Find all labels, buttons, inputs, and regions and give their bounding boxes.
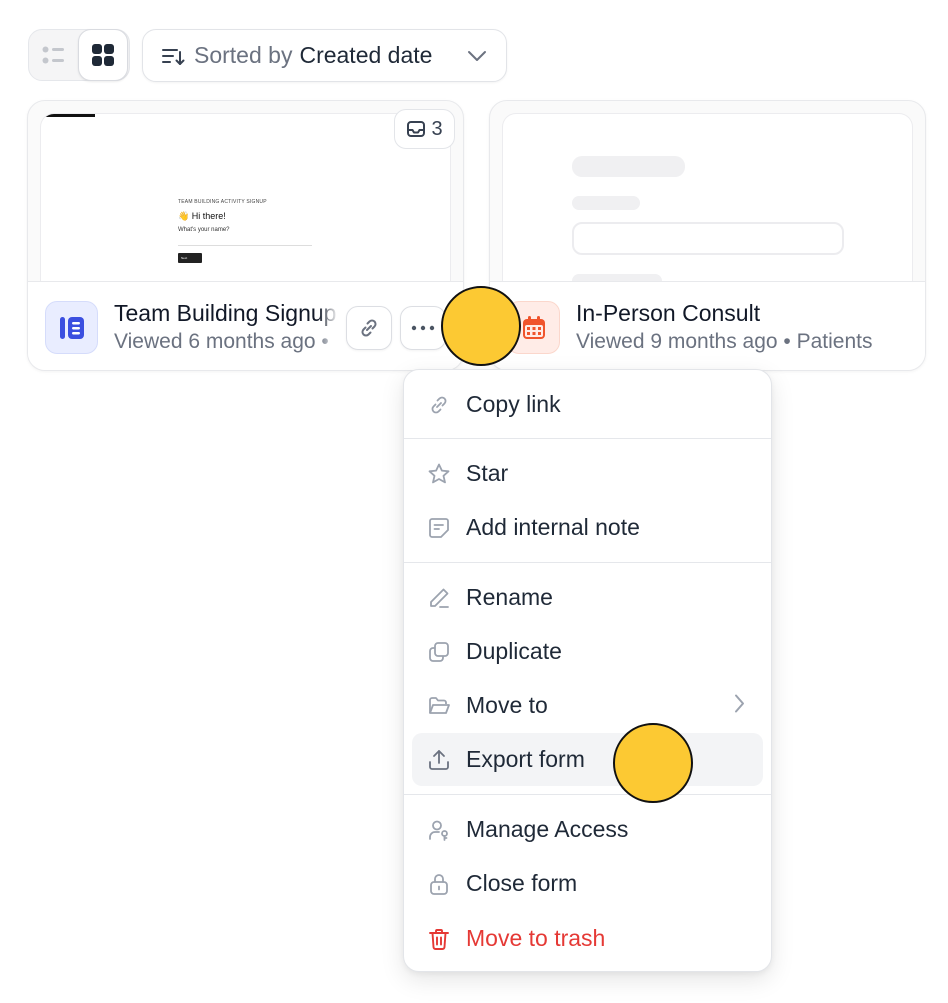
star-icon [426, 461, 452, 487]
more-horizontal-icon [411, 325, 435, 331]
preview-top-bar [41, 114, 95, 117]
copy-link-button[interactable] [346, 306, 392, 350]
inbox-icon [407, 121, 426, 137]
form-preview-placeholder [502, 113, 913, 283]
click-marker [613, 723, 693, 803]
link-icon [361, 319, 377, 337]
list-view-button[interactable] [29, 29, 79, 81]
menu-item-label: Add internal note [466, 514, 640, 540]
menu-divider [404, 794, 771, 795]
grid-view-button[interactable] [78, 28, 128, 81]
preview-input-line [178, 245, 312, 246]
menu-divider [404, 438, 771, 439]
skeleton-line [572, 196, 640, 210]
sort-value: Created date [299, 42, 433, 68]
skeleton-line [572, 156, 685, 177]
form-card[interactable]: TEAM BUILDING ACTIVITY SIGNUP 👋 Hi there… [27, 100, 464, 371]
link-icon [426, 392, 452, 418]
menu-item-label: Rename [466, 584, 553, 610]
sort-icon [162, 48, 185, 65]
preview-next-button: Next [178, 253, 202, 263]
menu-item-close-form[interactable]: Close form [412, 857, 763, 910]
form-card[interactable]: In-Person Consult Viewed 9 months ago • … [489, 100, 926, 371]
lock-icon [426, 871, 452, 897]
preview-heading: TEAM BUILDING ACTIVITY SIGNUP [178, 199, 267, 205]
menu-item-star[interactable]: Star [412, 447, 763, 500]
form-icon [59, 316, 84, 339]
sort-dropdown[interactable]: Sorted by Created date [142, 29, 507, 82]
click-marker [441, 286, 521, 366]
note-icon [426, 515, 452, 541]
chevron-right-icon [733, 692, 745, 719]
menu-item-label: Copy link [466, 391, 561, 417]
card-title[interactable]: In-Person Consult [576, 300, 760, 327]
menu-item-copy-link[interactable]: Copy link [412, 378, 763, 431]
menu-item-label: Star [466, 460, 509, 486]
context-menu: Copy link Star Add internal note Rename … [403, 369, 772, 972]
menu-item-rename[interactable]: Rename [412, 571, 763, 624]
menu-item-label: Manage Access [466, 816, 629, 842]
menu-item-label: Export form [466, 746, 585, 772]
sort-label: Sorted by [194, 42, 293, 68]
pencil-icon [426, 585, 452, 611]
responses-badge[interactable]: 3 [394, 109, 455, 149]
menu-divider [404, 562, 771, 563]
menu-item-label: Close form [466, 870, 578, 896]
menu-item-move-to[interactable]: Move to [412, 679, 763, 732]
menu-item-add-internal-note[interactable]: Add internal note [412, 501, 763, 554]
menu-item-label: Duplicate [466, 638, 562, 664]
card-footer: In-Person Consult Viewed 9 months ago • … [490, 281, 925, 370]
list-view-icon [42, 46, 64, 63]
skeleton-input [572, 222, 844, 255]
card-footer: Team Building Signup Viewed 6 months ago… [28, 281, 463, 370]
preview-greeting: 👋 Hi there! [178, 211, 226, 221]
grid-view-icon [92, 43, 114, 66]
menu-item-move-to-trash[interactable]: Move to trash [412, 912, 763, 965]
menu-item-label: Move to [466, 692, 548, 718]
chevron-down-icon [468, 51, 486, 61]
trash-icon [426, 926, 452, 952]
duplicate-icon [426, 639, 452, 665]
form-preview: TEAM BUILDING ACTIVITY SIGNUP 👋 Hi there… [40, 113, 451, 283]
view-toggle [28, 28, 130, 81]
preview-question: What's your name? [178, 227, 230, 233]
calendar-icon [522, 315, 545, 339]
folder-icon [426, 693, 452, 719]
menu-item-export-form[interactable]: Export form [412, 733, 763, 786]
card-subtitle: Viewed 9 months ago • Patients [576, 330, 873, 353]
menu-item-label: Move to trash [466, 925, 606, 951]
menu-item-duplicate[interactable]: Duplicate [412, 625, 763, 678]
export-icon [426, 747, 452, 773]
card-subtitle: Viewed 6 months ago • [114, 330, 329, 353]
responses-count: 3 [431, 117, 443, 140]
form-app-icon [45, 301, 98, 354]
menu-item-manage-access[interactable]: Manage Access [412, 803, 763, 856]
card-title[interactable]: Team Building Signup [114, 300, 336, 327]
user-key-icon [426, 817, 452, 843]
more-options-button[interactable] [400, 306, 446, 350]
